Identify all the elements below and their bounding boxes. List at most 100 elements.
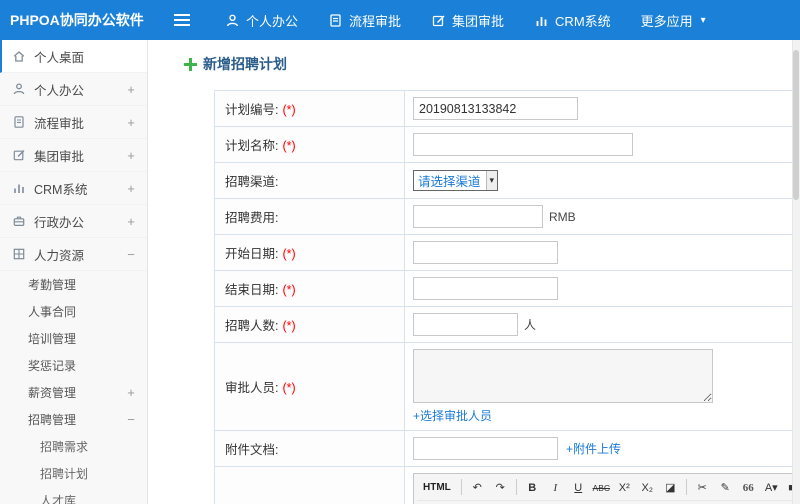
form-row: 结束日期: (*) [214, 270, 800, 307]
sidebar-item-label: 招聘计划 [40, 467, 89, 481]
form-row: 招聘渠道: 请选择渠道 ▾ [214, 162, 800, 199]
recruit-plan-form: 计划编号:(*) 计划名称:(*) 招聘渠道: [214, 90, 800, 504]
sidebar-item-crm[interactable]: CRM系统 + [0, 172, 147, 205]
sidebar-item-recruitment[interactable]: 招聘管理 − [0, 406, 147, 433]
scrollbar-thumb[interactable] [793, 50, 799, 200]
top-navbar: PHPOA协同办公软件 个人办公 流程审批 集团审批 CRM系统 更多应用 ▾ [0, 0, 800, 40]
vertical-scrollbar[interactable] [792, 40, 800, 504]
upload-attachment-link[interactable]: +附件上传 [566, 442, 621, 456]
main-content: 新增招聘计划 计划编号:(*) 计划名称:(*) [148, 40, 800, 504]
headcount-input[interactable] [413, 313, 518, 336]
expand-toggle[interactable]: + [125, 385, 137, 400]
collapse-toggle[interactable]: − [125, 412, 137, 427]
nav-item-more-apps[interactable]: 更多应用 ▾ [626, 0, 721, 40]
sidebar-item-label: 人才库 [40, 494, 77, 504]
sidebar-item-workflow-approval[interactable]: 流程审批 + [0, 106, 147, 139]
sidebar-item-personal-office[interactable]: 个人办公 + [0, 73, 147, 106]
end-date-input[interactable] [413, 277, 558, 300]
sidebar-item-label: 人事合同 [28, 305, 77, 319]
toolbar-divider [685, 479, 687, 495]
start-date-input[interactable] [413, 241, 558, 264]
editor-undo-button[interactable]: ↶ [467, 477, 488, 497]
nav-item-label: 个人办公 [246, 13, 299, 29]
sidebar-item-label: 薪资管理 [28, 386, 77, 400]
cost-input[interactable] [413, 205, 543, 228]
nav-item-personal-office[interactable]: 个人办公 [210, 0, 313, 40]
form-row: 计划编号: (*) [214, 90, 800, 127]
person-icon [226, 14, 239, 26]
editor-toolbar: HTML ↶ ↷ B I U ABC X² X₂ ◪ ✂ ✎ 66 A▾ [414, 474, 800, 504]
nav-item-workflow-approval[interactable]: 流程审批 [313, 0, 416, 40]
required-mark: (*) [282, 381, 296, 395]
sidebar-item-label: 招聘管理 [28, 413, 77, 427]
nav-item-label: CRM系统 [555, 13, 611, 29]
sidebar-item-admin-office[interactable]: 行政办公 + [0, 205, 147, 238]
sidebar-item-attendance[interactable]: 考勤管理 [0, 271, 147, 298]
editor-edit-button[interactable]: ✎ [715, 477, 736, 497]
sidebar-item-talent-pool[interactable]: 人才库 [0, 487, 147, 504]
editor-italic-button[interactable]: I [545, 477, 566, 497]
unit-suffix: 人 [524, 317, 537, 332]
nav-item-label: 更多应用 [640, 13, 693, 29]
expand-toggle[interactable]: + [125, 148, 137, 163]
editor-underline-button[interactable]: U [568, 477, 589, 497]
approval-doc-icon [330, 13, 341, 27]
sidebar-item-training[interactable]: 培训管理 [0, 325, 147, 352]
sidebar-item-recruit-plan[interactable]: 招聘计划 [0, 460, 147, 487]
editor-bold-button[interactable]: B [522, 477, 543, 497]
editor-blockquote-button[interactable]: 66 [738, 477, 759, 497]
field-label: 开始日期: (*) [214, 234, 405, 271]
grid-icon [13, 248, 25, 260]
editor-subscript-button[interactable]: X₂ [637, 477, 658, 497]
sidebar-item-group-approval[interactable]: 集团审批 + [0, 139, 147, 172]
required-mark: (*) [282, 139, 296, 153]
nav-item-crm[interactable]: CRM系统 [519, 0, 626, 40]
sidebar-item-label: 行政办公 [34, 215, 85, 230]
sidebar-item-hr[interactable]: 人力资源 − [0, 238, 147, 271]
nav-item-label: 流程审批 [349, 13, 402, 29]
sidebar: 个人桌面 个人办公 + 流程审批 + 集团审批 + CRM系统 + 行政办公 + [0, 40, 148, 504]
form-row: HTML ↶ ↷ B I U ABC X² X₂ ◪ ✂ ✎ 66 A▾ [214, 466, 800, 504]
plan-no-input[interactable] [413, 97, 578, 120]
nav-item-group-approval[interactable]: 集团审批 [416, 0, 519, 40]
form-row: 招聘费用: RMB [214, 198, 800, 235]
page-title-text: 新增招聘计划 [203, 56, 287, 72]
sidebar-item-desktop[interactable]: 个人桌面 [0, 40, 147, 73]
editor-superscript-button[interactable]: X² [614, 477, 635, 497]
rich-text-editor: HTML ↶ ↷ B I U ABC X² X₂ ◪ ✂ ✎ 66 A▾ [413, 473, 800, 504]
expand-toggle[interactable]: + [125, 115, 137, 130]
form-row: 计划名称: (*) [214, 126, 800, 163]
edit-square-icon [432, 15, 445, 26]
sidebar-item-salary[interactable]: 薪资管理 + [0, 379, 147, 406]
briefcase-icon [13, 216, 25, 227]
plan-name-input[interactable] [413, 133, 633, 156]
editor-remove-format-button[interactable]: ◪ [660, 477, 681, 497]
select-approvers-link[interactable]: +选择审批人员 [413, 407, 492, 424]
sidebar-item-hr-contract[interactable]: 人事合同 [0, 298, 147, 325]
sidebar-item-label: CRM系统 [34, 182, 88, 197]
app-logo: PHPOA协同办公软件 [10, 12, 144, 28]
menu-toggle-icon[interactable] [174, 11, 190, 29]
attachment-input[interactable] [413, 437, 558, 460]
channel-select[interactable]: 请选择渠道 ▾ [413, 170, 499, 191]
editor-redo-button[interactable]: ↷ [490, 477, 511, 497]
field-label: 招聘渠道: [214, 162, 405, 199]
collapse-toggle[interactable]: − [125, 247, 137, 262]
bar-chart-icon [536, 16, 547, 26]
sidebar-item-recruit-demand[interactable]: 招聘需求 [0, 433, 147, 460]
expand-toggle[interactable]: + [125, 82, 137, 97]
sidebar-item-label: 人力资源 [34, 248, 85, 263]
editor-html-button[interactable]: HTML [418, 477, 456, 497]
required-mark: (*) [282, 319, 296, 333]
nav-item-label: 集团审批 [452, 13, 505, 29]
plus-icon [184, 57, 197, 71]
editor-cut-button[interactable]: ✂ [692, 477, 713, 497]
expand-toggle[interactable]: + [125, 181, 137, 196]
field-label: 结束日期: (*) [214, 270, 405, 307]
editor-font-color-button[interactable]: A▾ [761, 477, 782, 497]
editor-strikethrough-button[interactable]: ABC [591, 477, 612, 497]
approvers-textarea[interactable] [413, 349, 713, 403]
expand-toggle[interactable]: + [125, 214, 137, 229]
person-icon [13, 83, 25, 95]
sidebar-item-rewards[interactable]: 奖惩记录 [0, 352, 147, 379]
